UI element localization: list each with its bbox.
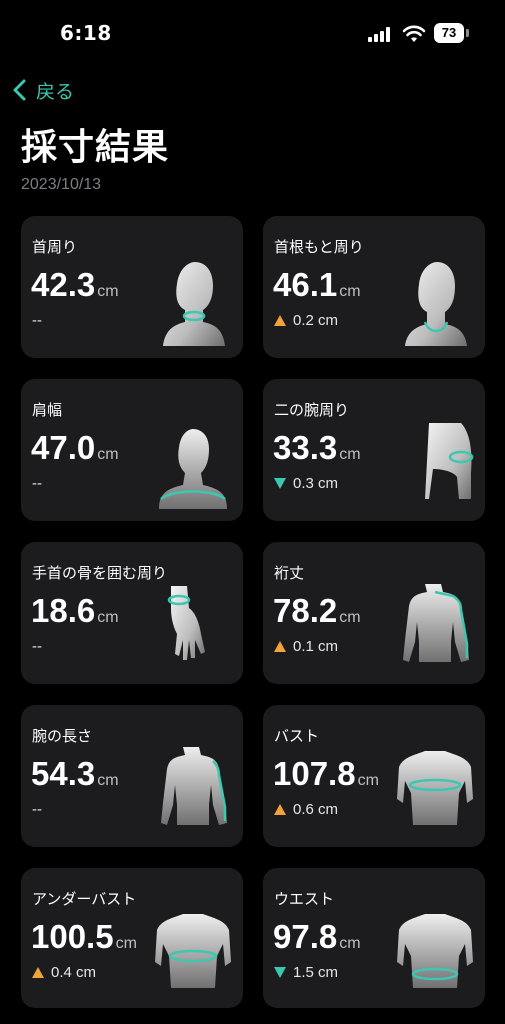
measurement-label: ウエスト xyxy=(274,890,335,908)
measurement-card-upper-arm[interactable]: 二の腕周り 33.3 cm 0.3 cm xyxy=(263,379,485,521)
value-number: 33.3 xyxy=(273,429,338,466)
value-number: 78.2 xyxy=(273,592,338,629)
value-unit: cm xyxy=(97,446,119,463)
measurement-label: 裄丈 xyxy=(274,564,305,582)
measurement-change: 0.1 cm xyxy=(274,638,338,655)
measurement-card-neck[interactable]: 首周り 42.3 cm -- xyxy=(21,216,243,358)
status-time: 6:18 xyxy=(60,21,112,45)
measurement-change: -- xyxy=(32,801,42,818)
measurement-label: 二の腕周り xyxy=(274,401,350,419)
measurement-label: アンダーバスト xyxy=(32,890,137,908)
status-bar: 6:18 73 xyxy=(0,0,505,66)
back-button[interactable]: 戻る xyxy=(10,76,74,104)
increase-arrow-icon xyxy=(32,967,44,978)
decrease-arrow-icon xyxy=(274,967,286,978)
measurement-change: -- xyxy=(32,475,42,492)
measurement-change: 0.2 cm xyxy=(274,312,338,329)
shoulder-figure-icon xyxy=(159,429,227,509)
value-number: 18.6 xyxy=(31,592,96,629)
increase-arrow-icon xyxy=(274,641,286,652)
value-number: 107.8 xyxy=(273,755,356,792)
measurement-value: 100.5 cm xyxy=(31,918,137,956)
change-text: -- xyxy=(32,312,42,329)
measurement-value: 18.6 cm xyxy=(31,592,119,630)
measurement-change: 0.3 cm xyxy=(274,475,338,492)
decrease-arrow-icon xyxy=(274,478,286,489)
value-unit: cm xyxy=(357,772,379,789)
measurement-card-neck-base[interactable]: 首根もと周り 46.1 cm 0.2 cm xyxy=(263,216,485,358)
measurement-value: 78.2 cm xyxy=(273,592,361,630)
value-number: 54.3 xyxy=(31,755,96,792)
value-unit: cm xyxy=(97,283,119,300)
measurement-card-waist[interactable]: ウエスト 97.8 cm 1.5 cm xyxy=(263,868,485,1008)
measurement-value: 97.8 cm xyxy=(273,918,361,956)
value-unit: cm xyxy=(339,283,361,300)
battery-icon: 73 xyxy=(434,23,464,43)
measurement-label: 首周り xyxy=(32,238,78,256)
measurement-change: 1.5 cm xyxy=(274,964,338,981)
cellular-signal-icon xyxy=(368,27,394,42)
value-number: 100.5 xyxy=(31,918,114,955)
change-text: -- xyxy=(32,638,42,655)
page-title: 採寸結果 xyxy=(21,127,170,168)
bust-figure-icon xyxy=(397,751,473,825)
measurement-card-bust[interactable]: バスト 107.8 cm 0.6 cm xyxy=(263,705,485,847)
sleeve-length-figure-icon xyxy=(403,584,469,662)
measurement-date: 2023/10/13 xyxy=(21,176,102,193)
value-unit: cm xyxy=(97,772,119,789)
wrist-figure-icon xyxy=(167,586,205,660)
increase-arrow-icon xyxy=(274,315,286,326)
measurement-card-shoulder[interactable]: 肩幅 47.0 cm -- xyxy=(21,379,243,521)
value-unit: cm xyxy=(339,446,361,463)
value-number: 47.0 xyxy=(31,429,96,466)
wifi-icon xyxy=(402,25,426,42)
measurement-label: 手首の骨を囲む周り xyxy=(32,564,168,582)
measurement-change: -- xyxy=(32,312,42,329)
change-text: 0.3 cm xyxy=(293,475,339,492)
value-unit: cm xyxy=(339,609,361,626)
measurement-value: 42.3 cm xyxy=(31,266,119,304)
change-text: -- xyxy=(32,801,42,818)
change-text: 0.1 cm xyxy=(293,638,339,655)
neck-figure-icon xyxy=(163,262,225,346)
battery-nub xyxy=(466,29,469,37)
measurement-label: バスト xyxy=(274,727,320,745)
change-text: 1.5 cm xyxy=(293,964,339,981)
upper-arm-figure-icon xyxy=(425,423,474,499)
measurement-change: 0.4 cm xyxy=(32,964,96,981)
chevron-left-icon xyxy=(13,79,26,101)
change-text: -- xyxy=(32,475,42,492)
measurement-change: -- xyxy=(32,638,42,655)
value-unit: cm xyxy=(97,609,119,626)
measurement-value: 46.1 cm xyxy=(273,266,361,304)
measurement-label: 首根もと周り xyxy=(274,238,364,256)
change-text: 0.6 cm xyxy=(293,801,339,818)
neck-base-figure-icon xyxy=(405,262,467,346)
measurement-card-underbust[interactable]: アンダーバスト 100.5 cm 0.4 cm xyxy=(21,868,243,1008)
measurement-card-sleeve-length[interactable]: 裄丈 78.2 cm 0.1 cm xyxy=(263,542,485,684)
measurement-value: 33.3 cm xyxy=(273,429,361,467)
measurement-value: 47.0 cm xyxy=(31,429,119,467)
value-number: 97.8 xyxy=(273,918,338,955)
value-unit: cm xyxy=(115,935,137,952)
measurement-change: 0.6 cm xyxy=(274,801,338,818)
value-unit: cm xyxy=(339,935,361,952)
measurement-card-arm-length[interactable]: 腕の長さ 54.3 cm -- xyxy=(21,705,243,847)
back-label: 戻る xyxy=(36,80,75,103)
value-number: 42.3 xyxy=(31,266,96,303)
change-text: 0.4 cm xyxy=(51,964,97,981)
value-number: 46.1 xyxy=(273,266,338,303)
measurement-label: 肩幅 xyxy=(32,401,63,419)
measurement-label: 腕の長さ xyxy=(32,727,93,745)
underbust-figure-icon xyxy=(155,914,231,988)
arm-length-figure-icon xyxy=(161,747,227,825)
measurement-value: 107.8 cm xyxy=(273,755,379,793)
measurement-value: 54.3 cm xyxy=(31,755,119,793)
change-text: 0.2 cm xyxy=(293,312,339,329)
measurement-card-wrist[interactable]: 手首の骨を囲む周り 18.6 cm -- xyxy=(21,542,243,684)
increase-arrow-icon xyxy=(274,804,286,815)
waist-figure-icon xyxy=(397,914,473,988)
